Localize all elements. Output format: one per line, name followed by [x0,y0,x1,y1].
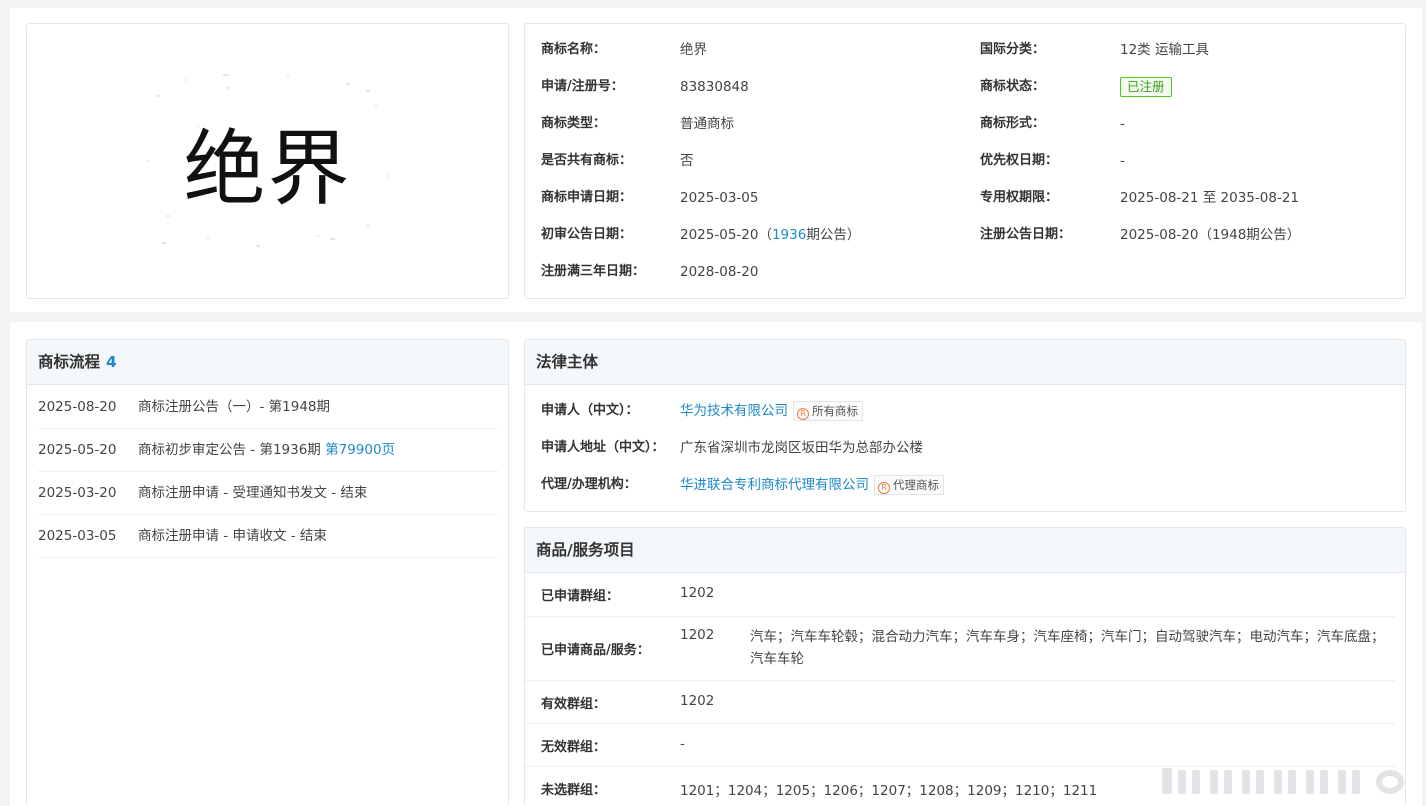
field-label-apply-date: 商标申请日期： [541,190,633,205]
field-value-priority: - [1120,153,1125,169]
field-value-exclusive-period: 2025-08-21 至 2035-08-21 [1120,190,1299,206]
legal-header: 法律主体 [525,340,1405,385]
applied-group-value: 1202 [680,585,715,601]
field-label-reg-no: 申请/注册号： [541,79,624,94]
unselected-group-value: 1201；1204；1205；1206；1207；1208；1209；1210；… [680,783,1098,799]
flow-item: 2025-03-05 商标注册申请 - 申请收文 - 结束 [38,515,498,558]
field-value-apply-date: 2025-03-05 [680,190,759,206]
info-row: 初审公告日期： 2025-05-20（1936期公告） 注册公告日期： 2025… [541,225,1401,245]
agent-trademarks-label: 代理商标 [893,478,939,492]
field-value-status: 已注册 [1120,77,1172,97]
agent-trademarks-tag[interactable]: R 代理商标 [874,475,944,495]
prelim-date-text: 2025-05-20（ [680,227,772,243]
trademark-flow-card: 商标流程 4 2025-08-20 商标注册公告（一）- 第1948期 2025-… [26,339,509,806]
registered-icon: R [878,482,890,494]
info-row: 商标类型： 普通商标 商标形式： - [541,114,1401,134]
applied-goods-desc: 汽车；汽车车轮毂；混合动力汽车；汽车车身；汽车座椅；汽车门；自动驾驶汽车；电动汽… [750,629,1385,667]
flow-text: 商标初步审定公告 - 第1936期 第79900页 [138,429,395,472]
goods-row: 已申请商品/服务： 1202 汽车；汽车车轮毂；混合动力汽车；汽车车身；汽车座椅… [525,617,1395,681]
field-label-name: 商标名称： [541,42,607,57]
field-value-three-year: 2028-08-20 [680,264,759,280]
flow-text-main: 商标初步审定公告 - 第1936期 [138,442,321,458]
address-value: 广东省深圳市龙岗区坂田华为总部办公楼 [680,440,923,456]
all-trademarks-label: 所有商标 [812,404,858,418]
legal-entity-card: 法律主体 申请人（中文）： 华为技术有限公司 R 所有商标 申请人地址（中文）： 广… [524,339,1406,512]
field-label-shared: 是否共有商标： [541,153,633,168]
all-trademarks-tag[interactable]: R 所有商标 [793,401,863,421]
trademark-info-card: 商标名称： 绝界 国际分类： 12类 运输工具 申请/注册号： 83830848… [524,23,1406,299]
valid-group-label: 有效群组： [541,697,607,712]
agent-link[interactable]: 华进联合专利商标代理有限公司 [680,477,869,493]
registered-icon: R [797,408,809,420]
flow-page-link[interactable]: 第79900页 [325,442,395,458]
info-row: 申请/注册号： 83830848 商标状态： 已注册 [541,77,1401,97]
applicant-value: 华为技术有限公司 R 所有商标 [680,401,863,421]
agent-value: 华进联合专利商标代理有限公司 R 代理商标 [680,475,944,495]
flow-text: 商标注册申请 - 申请收文 - 结束 [138,528,327,544]
unselected-group-label: 未选群组： [541,783,607,798]
goods-row: 有效群组： 1202 [525,681,1395,724]
trademark-logo-text: 绝界 [183,121,352,217]
flow-date: 2025-05-20 [38,442,117,458]
field-label-form: 商标形式： [980,116,1046,131]
flow-text: 商标注册公告（一）- 第1948期 [138,399,331,415]
trademark-image-card: 绝界 [26,23,509,299]
info-row: 注册满三年日期： 2028-08-20 [541,262,1401,282]
field-label-priority: 优先权日期： [980,153,1059,168]
field-label-class: 国际分类： [980,42,1046,57]
flow-count: 4 [106,353,117,371]
watermark-logo [1162,768,1404,794]
status-badge: 已注册 [1120,77,1172,97]
flow-date: 2025-03-05 [38,528,117,544]
valid-group-value: 1202 [680,693,715,709]
flow-item: 2025-05-20 商标初步审定公告 - 第1936期 第79900页 [38,429,498,472]
field-value-type: 普通商标 [680,116,734,132]
flow-header: 商标流程 4 [27,340,508,385]
info-row: 商标名称： 绝界 国际分类： 12类 运输工具 [541,40,1401,60]
info-row: 是否共有商标： 否 优先权日期： - [541,151,1401,171]
applied-goods-group: 1202 [680,627,715,643]
applied-goods-label: 已申请商品/服务： [541,643,650,658]
field-label-reg-date: 注册公告日期： [980,227,1072,242]
flow-item: 2025-08-20 商标注册公告（一）- 第1948期 [38,386,498,429]
flow-item: 2025-03-20 商标注册申请 - 受理通知书发文 - 结束 [38,472,498,515]
field-label-status: 商标状态： [980,79,1046,94]
agent-label: 代理/办理机构： [541,477,637,492]
trademark-image: 绝界 [138,66,398,256]
field-value-form: - [1120,116,1125,132]
field-value-prelim-date: 2025-05-20（1936期公告） [680,225,860,245]
flow-title: 商标流程 [38,353,101,371]
flow-text: 商标注册申请 - 受理通知书发文 - 结束 [138,485,368,501]
field-value-reg-date: 2025-08-20（1948期公告） [1120,227,1301,243]
goods-header: 商品/服务项目 [525,528,1405,573]
field-label-three-year: 注册满三年日期： [541,264,646,279]
field-label-exclusive-period: 专用权期限： [980,190,1059,205]
flow-date: 2025-03-20 [38,485,117,501]
applicant-link[interactable]: 华为技术有限公司 [680,403,788,419]
info-row: 商标申请日期： 2025-03-05 专用权期限： 2025-08-21 至 2… [541,188,1401,208]
invalid-group-label: 无效群组： [541,740,607,755]
field-value-reg-no: 83830848 [680,79,749,95]
prelim-issue-suffix: 期公告） [806,227,861,243]
prelim-issue-link[interactable]: 1936 [772,227,806,243]
field-value-shared: 否 [680,153,694,169]
field-value-name: 绝界 [680,42,707,58]
invalid-group-value: - [680,736,685,752]
goods-row: 已申请群组： 1202 [525,574,1395,617]
applied-group-label: 已申请群组： [541,589,620,604]
field-label-type: 商标类型： [541,116,607,131]
address-label: 申请人地址（中文）： [541,440,665,455]
field-label-prelim-date: 初审公告日期： [541,227,633,242]
field-value-class: 12类 运输工具 [1120,42,1209,58]
flow-date: 2025-08-20 [38,399,117,415]
applicant-label: 申请人（中文）： [541,403,639,418]
